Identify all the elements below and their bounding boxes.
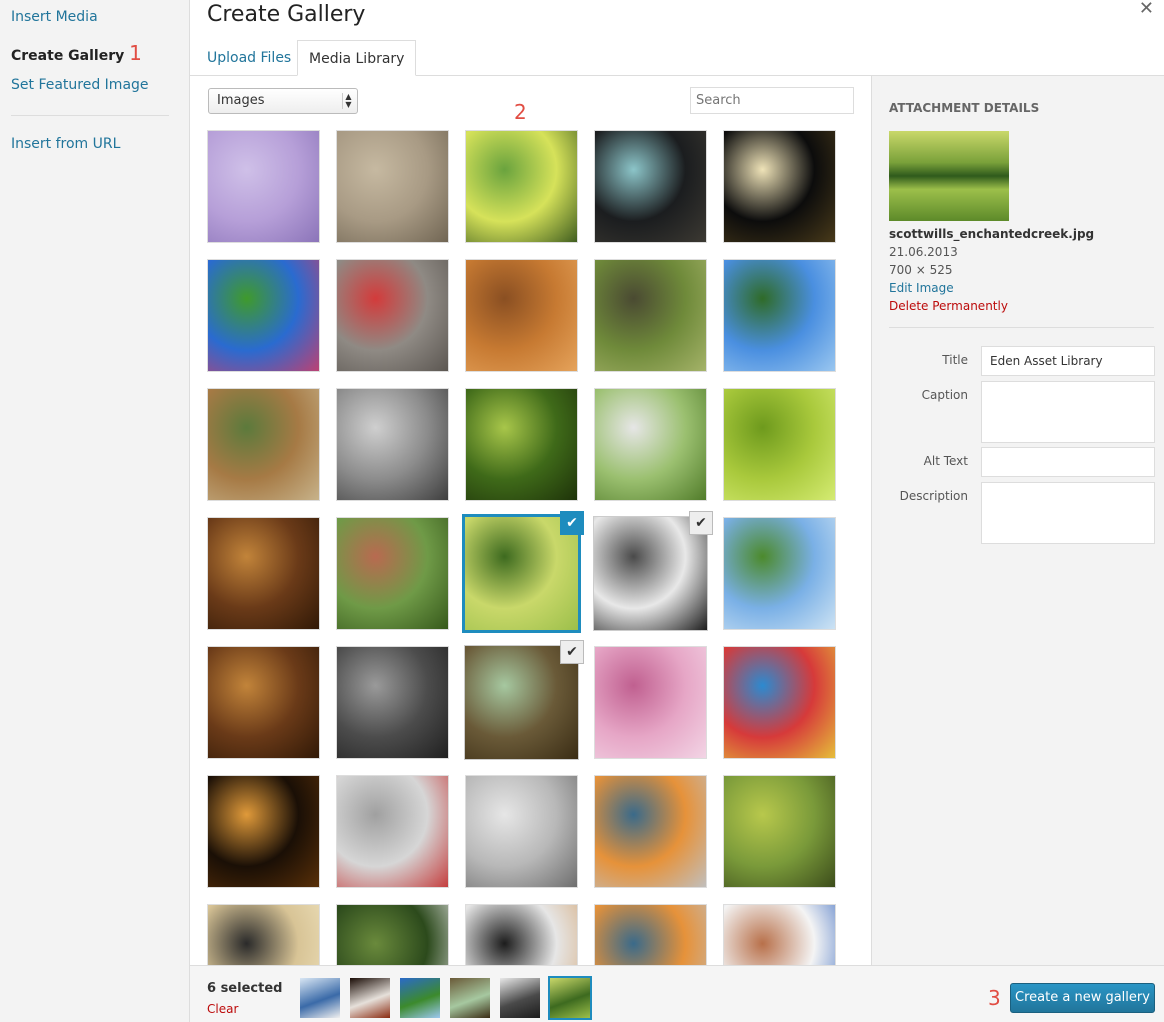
attachment-thumb-kuwait-towers[interactable] [723, 130, 836, 243]
attachment-thumb-tea-lights[interactable] [207, 775, 320, 888]
menu-divider [11, 115, 169, 116]
selected-thumb[interactable] [500, 978, 540, 1018]
selected-thumb[interactable] [550, 978, 590, 1018]
attachment-thumb-blue-pond[interactable] [723, 259, 836, 372]
attachment-thumb-mossy-branch[interactable] [465, 388, 578, 501]
attachment-thumb-green-loungers[interactable] [465, 130, 578, 243]
attachment-thumb-bird-nest[interactable]: ✔ [465, 640, 584, 759]
attachment-thumb-car-sunset-2[interactable] [594, 904, 707, 965]
caption-field[interactable] [981, 381, 1155, 443]
modal-title: Create Gallery [207, 2, 366, 27]
attachment-thumb-car-sunset[interactable] [594, 775, 707, 888]
close-icon[interactable]: ✕ [1139, 0, 1154, 19]
attachment-thumb-red-door[interactable] [336, 259, 449, 372]
tab-media-library[interactable]: Media Library [297, 40, 417, 76]
attachments-grid: ✔ ✔ ✔ [190, 120, 871, 965]
description-label: Description [899, 489, 968, 503]
attachment-thumb-woman-headset[interactable] [723, 904, 836, 965]
attachment-dimensions: 700 × 525 [889, 263, 953, 277]
step-annotation-1: 1 [129, 41, 142, 65]
tab-upload-files[interactable]: Upload Files [196, 40, 302, 76]
attachment-thumb-monitor-desk[interactable] [207, 904, 320, 965]
attachment-details-sidebar: ATTACHMENT DETAILS scottwills_enchantedc… [871, 76, 1164, 965]
selected-thumb[interactable] [450, 978, 490, 1018]
attachment-thumb-open-book[interactable] [465, 775, 578, 888]
attachment-thumb-pine-cone[interactable] [336, 388, 449, 501]
media-type-filter-value: Images [217, 93, 265, 108]
alt-text-label: Alt Text [923, 454, 968, 468]
attachment-thumb-handshake[interactable] [465, 904, 578, 965]
attachment-details-heading: ATTACHMENT DETAILS [889, 101, 1040, 115]
caption-label: Caption [921, 388, 968, 402]
attachment-thumb-water-drops[interactable] [336, 646, 449, 759]
attachment-preview-image [889, 131, 1009, 221]
attachment-thumb-grass-sunglasses[interactable] [723, 775, 836, 888]
attachment-thumb-canal-path[interactable] [207, 388, 320, 501]
attachment-thumb-old-mill[interactable] [336, 517, 449, 630]
attachment-date: 21.06.2013 [889, 245, 958, 259]
media-type-filter[interactable]: Images ▲ ▼ [208, 88, 358, 114]
menu-item-create-gallery[interactable]: Create Gallery 1 [11, 41, 142, 65]
attachment-thumb-silhouette-rider[interactable]: ✔ [594, 511, 713, 630]
sidebar-divider [889, 327, 1154, 328]
selection-count: 6 selected [207, 981, 283, 996]
menu-item-insert-from-url[interactable]: Insert from URL [11, 136, 120, 152]
checkmark-icon[interactable]: ✔ [560, 640, 584, 664]
checkmark-icon[interactable]: ✔ [689, 511, 713, 535]
attachment-thumb-barrels[interactable] [207, 517, 320, 630]
attachment-thumb-green-leaf[interactable] [723, 388, 836, 501]
title-field[interactable] [981, 346, 1155, 376]
attachment-thumb-cupcakes[interactable] [594, 646, 707, 759]
edit-image-link[interactable]: Edit Image [889, 281, 954, 295]
attachment-thumb-crayons[interactable] [723, 646, 836, 759]
router-tabs: Upload Files Media Library [190, 40, 1164, 76]
attachment-thumb-oak-tree[interactable] [723, 517, 836, 630]
attachment-thumb-brick-house[interactable] [594, 388, 707, 501]
alt-text-field[interactable] [981, 447, 1155, 477]
attachment-thumb-building-corner[interactable] [594, 130, 707, 243]
menu-item-insert-media[interactable]: Insert Media [11, 9, 98, 25]
clear-selection-link[interactable]: Clear [207, 1002, 238, 1016]
attachment-thumb-garden-pavilion[interactable] [207, 259, 320, 372]
delete-permanently-link[interactable]: Delete Permanently [889, 299, 1008, 313]
selected-thumb[interactable] [400, 978, 440, 1018]
selection-toolbar: 6 selected Clear 3 Create a new gallery [190, 965, 1164, 1022]
menu-item-create-gallery-label: Create Gallery [11, 48, 125, 64]
step-annotation-3: 3 [988, 986, 1001, 1010]
menu-item-set-featured-image[interactable]: Set Featured Image [11, 77, 149, 93]
attachment-thumb-calendar[interactable] [336, 775, 449, 888]
media-menu: Insert Media Create Gallery 1 Set Featur… [0, 0, 190, 1022]
attachment-thumb-enchanted-creek[interactable]: ✔ [465, 511, 584, 630]
selected-thumb[interactable] [300, 978, 340, 1018]
attachment-thumb-tree-trunk[interactable] [594, 259, 707, 372]
attachment-filename: scottwills_enchantedcreek.jpg [889, 227, 1095, 241]
attachment-thumb-wood-rings[interactable] [465, 259, 578, 372]
attachment-thumb-barrels-2[interactable] [207, 646, 320, 759]
attachment-thumb-sepia-sea[interactable] [336, 130, 449, 243]
title-label: Title [942, 353, 968, 367]
checkmark-icon[interactable]: ✔ [560, 511, 584, 535]
attachment-thumb-grass-mug[interactable] [336, 904, 449, 965]
attachment-thumb-purple-beach[interactable] [207, 130, 320, 243]
select-arrows-icon: ▲ ▼ [342, 93, 354, 109]
create-gallery-button[interactable]: Create a new gallery [1010, 983, 1155, 1013]
search-input[interactable] [690, 87, 854, 114]
selected-thumb[interactable] [350, 978, 390, 1018]
description-field[interactable] [981, 482, 1155, 544]
